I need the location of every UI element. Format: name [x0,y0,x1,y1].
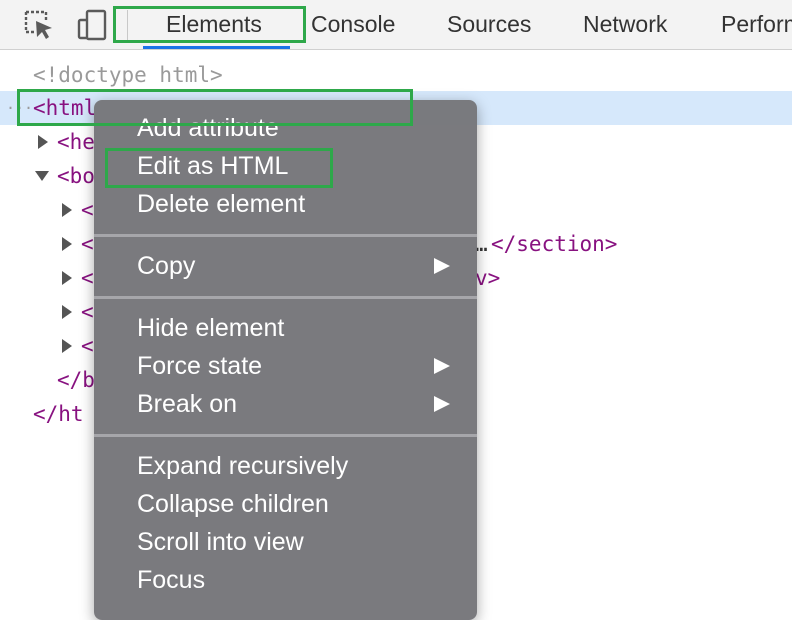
menu-item-hide-element[interactable]: Hide element [94,309,477,347]
tab-network[interactable]: Network [583,0,667,50]
expand-arrow-icon[interactable] [62,203,72,217]
child-open-tag: < [81,266,94,290]
menu-separator [94,296,477,299]
menu-item-label: Copy [137,252,196,280]
inspect-element-icon[interactable] [22,8,56,42]
menu-item-break-on[interactable]: Break on [94,385,477,423]
menu-item-expand-recursively[interactable]: Expand recursively [94,447,477,485]
menu-item-label: Break on [137,390,238,418]
active-tab-indicator [143,46,290,49]
menu-item-label: Collapse children [137,490,329,518]
menu-item-label: Scroll into view [137,528,304,556]
menu-item-label: Focus [137,566,206,594]
menu-item-add-attribute[interactable]: Add attribute [94,109,477,147]
tab-performance[interactable]: Perform [721,0,792,50]
menu-separator [94,434,477,437]
child-open-tag: < [81,334,94,358]
ellipsis-icon[interactable]: ··· [6,91,33,125]
expand-arrow-icon[interactable] [62,271,72,285]
toolbar-divider [127,10,128,40]
submenu-arrow-icon [434,396,450,412]
menu-item-focus[interactable]: Focus [94,561,477,599]
menu-item-label: Hide element [137,314,285,342]
tree-row-doctype[interactable]: <!doctype html> [0,58,792,92]
expand-arrow-icon[interactable] [38,135,48,149]
expand-arrow-icon[interactable] [62,339,72,353]
context-menu: Add attribute Edit as HTML Delete elemen… [94,100,477,620]
collapse-arrow-icon[interactable] [35,171,49,181]
expand-arrow-icon[interactable] [62,305,72,319]
menu-item-delete-element[interactable]: Delete element [94,185,477,223]
child-open-tag: < [81,300,94,324]
tab-elements[interactable]: Elements [166,0,262,50]
menu-item-label: Expand recursively [137,452,349,480]
body-close-tag: </b [57,368,95,392]
devtools-toolbar: Elements Console Sources Network Perform [0,0,792,50]
menu-item-edit-as-html[interactable]: Edit as HTML [94,147,477,185]
div-close-tag: v> [475,266,501,290]
body-open-tag: <bo [57,164,95,188]
menu-item-copy[interactable]: Copy [94,247,477,285]
menu-item-label: Edit as HTML [137,152,289,180]
menu-item-force-state[interactable]: Force state [94,347,477,385]
menu-item-collapse-children[interactable]: Collapse children [94,485,477,523]
menu-item-scroll-into-view[interactable]: Scroll into view [94,523,477,561]
head-open-tag: <he [57,130,95,154]
child-open-tag: < [81,198,94,222]
menu-item-label: Add attribute [137,114,279,142]
section-close-tag: </section> [491,232,618,256]
child-open-tag: < [81,232,94,256]
submenu-arrow-icon [434,258,450,274]
device-toolbar-icon[interactable] [76,8,110,42]
expand-arrow-icon[interactable] [62,237,72,251]
doctype-node: <!doctype html> [33,63,223,87]
tab-console[interactable]: Console [311,0,395,50]
menu-item-label: Force state [137,352,263,380]
menu-item-label: Delete element [137,190,306,218]
html-open-tag: <html [33,96,97,120]
menu-separator [94,234,477,237]
html-close-tag: </ht [33,402,84,426]
submenu-arrow-icon [434,358,450,374]
tab-sources[interactable]: Sources [447,0,531,50]
